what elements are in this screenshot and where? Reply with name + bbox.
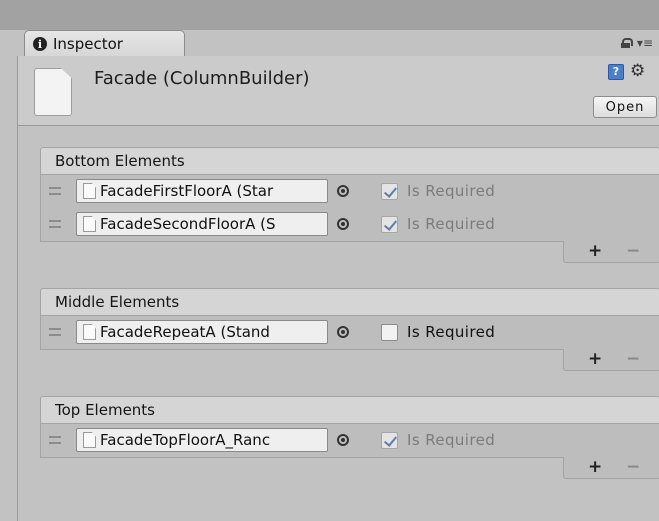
drag-handle-icon[interactable] [49, 187, 61, 195]
list-body: FacadeTopFloorA_Ranc Is Required [40, 424, 659, 458]
list-footer: + − [40, 349, 659, 372]
list-item: FacadeRepeatA (Stand Is Required [41, 316, 659, 349]
is-required-label: Is Required [407, 431, 496, 449]
object-field[interactable]: FacadeRepeatA (Stand [76, 320, 328, 344]
menu-icon[interactable]: ▾≡ [637, 36, 653, 50]
title-bar [0, 0, 659, 30]
group-middle-elements: Middle Elements FacadeRepeatA (Stand Is … [40, 288, 659, 372]
window-controls: ▾≡ [620, 36, 653, 50]
file-icon [83, 183, 96, 199]
component-title: Facade (ColumnBuilder) [94, 68, 310, 89]
list-footer: + − [40, 241, 659, 264]
remove-icon[interactable]: − [626, 349, 640, 369]
file-icon [83, 432, 96, 448]
add-remove-box: + − [563, 349, 659, 371]
object-field[interactable]: FacadeFirstFloorA (Star [76, 179, 328, 203]
object-name: FacadeRepeatA (Stand [100, 323, 270, 341]
object-name: FacadeFirstFloorA (Star [100, 182, 274, 200]
is-required-checkbox[interactable] [381, 183, 398, 200]
is-required-label: Is Required [407, 182, 496, 200]
object-picker-icon[interactable] [337, 218, 349, 230]
group-header[interactable]: Top Elements [40, 396, 659, 424]
group-bottom-elements: Bottom Elements FacadeFirstFloorA (Star … [40, 147, 659, 264]
list-body: FacadeFirstFloorA (Star Is Required Faca… [40, 175, 659, 242]
is-required-label: Is Required [407, 323, 496, 341]
component-header: Facade (ColumnBuilder) ? ⚙ Open [18, 56, 659, 126]
group-header[interactable]: Middle Elements [40, 288, 659, 316]
remove-icon[interactable]: − [626, 457, 640, 477]
remove-icon[interactable]: − [626, 241, 640, 261]
object-name: FacadeSecondFloorA (S [100, 215, 276, 233]
file-icon [83, 216, 96, 232]
drag-handle-icon[interactable] [49, 328, 61, 336]
gear-icon[interactable]: ⚙ [630, 61, 645, 81]
tab-inspector[interactable]: i Inspector [24, 30, 185, 57]
list-body: FacadeRepeatA (Stand Is Required [40, 316, 659, 350]
drag-handle-icon[interactable] [49, 220, 61, 228]
list-item: FacadeFirstFloorA (Star Is Required [41, 175, 659, 208]
is-required-checkbox[interactable] [381, 324, 398, 341]
list-item: FacadeTopFloorA_Ranc Is Required [41, 424, 659, 457]
lock-icon[interactable] [620, 38, 633, 48]
group-top-elements: Top Elements FacadeTopFloorA_Ranc Is Req… [40, 396, 659, 480]
is-required-checkbox[interactable] [381, 216, 398, 233]
group-header[interactable]: Bottom Elements [40, 147, 659, 175]
help-icon[interactable]: ? [608, 64, 624, 80]
drag-handle-icon[interactable] [49, 436, 61, 444]
object-name: FacadeTopFloorA_Ranc [100, 431, 271, 449]
is-required-label: Is Required [407, 215, 496, 233]
add-icon[interactable]: + [588, 349, 602, 369]
list-item: FacadeSecondFloorA (S Is Required [41, 208, 659, 241]
script-asset-icon [34, 68, 72, 116]
add-remove-box: + − [563, 457, 659, 479]
file-icon [83, 324, 96, 340]
object-picker-icon[interactable] [337, 185, 349, 197]
info-icon: i [33, 37, 47, 51]
add-icon[interactable]: + [588, 457, 602, 477]
is-required-checkbox[interactable] [381, 432, 398, 449]
inspector-panel: Facade (ColumnBuilder) ? ⚙ Open Bottom E… [17, 56, 659, 521]
add-icon[interactable]: + [588, 241, 602, 261]
object-picker-icon[interactable] [337, 434, 349, 446]
object-picker-icon[interactable] [337, 326, 349, 338]
open-button[interactable]: Open [593, 96, 657, 118]
object-field[interactable]: FacadeTopFloorA_Ranc [76, 428, 328, 452]
tab-label: Inspector [53, 35, 123, 53]
add-remove-box: + − [563, 241, 659, 263]
object-field[interactable]: FacadeSecondFloorA (S [76, 212, 328, 236]
list-footer: + − [40, 457, 659, 480]
